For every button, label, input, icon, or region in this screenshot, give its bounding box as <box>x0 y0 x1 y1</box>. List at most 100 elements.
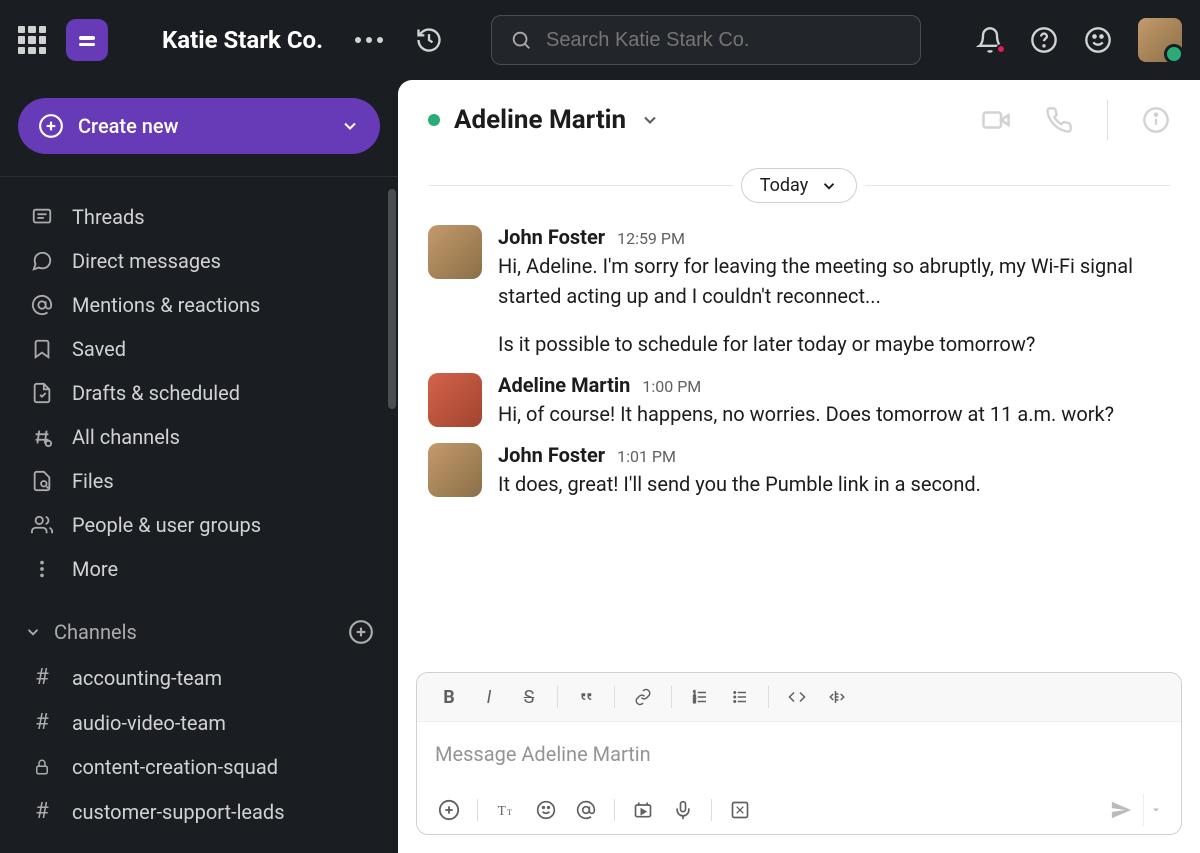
hash-icon: # <box>30 710 54 735</box>
composer-bottom-bar: TT <box>417 786 1181 834</box>
nav-label: More <box>72 557 118 581</box>
search-icon <box>510 29 532 51</box>
create-new-label: Create new <box>78 114 178 138</box>
sidebar-nav-allchannels[interactable]: All channels <box>0 415 398 459</box>
ordered-list-button[interactable]: 123 <box>682 681 718 713</box>
search-bar[interactable] <box>491 15 921 65</box>
channel-label: content-creation-squad <box>72 755 278 779</box>
quote-button[interactable] <box>568 681 604 713</box>
nav-label: People & user groups <box>72 513 261 537</box>
message-composer: B I S 123 Message Adeline Martin TT <box>416 672 1182 835</box>
svg-text:T: T <box>507 808 512 817</box>
mention-button[interactable] <box>568 794 604 826</box>
chat-panel: Adeline Martin Today <box>398 80 1200 853</box>
add-channel-button[interactable] <box>348 619 374 645</box>
emoji-picker-button[interactable] <box>528 794 564 826</box>
channel-customer-support-leads[interactable]: # customer-support-leads <box>0 789 398 834</box>
bold-button[interactable]: B <box>431 681 467 713</box>
info-icon[interactable] <box>1142 106 1170 134</box>
nav-label: Saved <box>72 337 126 361</box>
nav-label: Files <box>72 469 114 493</box>
phone-call-icon[interactable] <box>1045 106 1073 134</box>
message-author[interactable]: John Foster <box>498 225 605 249</box>
workspace-name[interactable]: Katie Stark Co. <box>162 26 323 54</box>
user-avatar[interactable] <box>1138 18 1182 62</box>
svg-text:3: 3 <box>693 699 696 705</box>
nav-label: All channels <box>72 425 180 449</box>
message-text: Hi, Adeline. I'm sorry for leaving the m… <box>498 251 1170 359</box>
sidebar-nav-saved[interactable]: Saved <box>0 327 398 371</box>
audio-record-button[interactable] <box>665 794 701 826</box>
channel-label: accounting-team <box>72 666 222 690</box>
message: John Foster 1:01 PM It does, great! I'll s… <box>428 443 1170 499</box>
sidebar-nav-mentions[interactable]: Mentions & reactions <box>0 283 398 327</box>
add-attachment-button[interactable] <box>431 794 467 826</box>
channels-label: Channels <box>54 620 137 644</box>
search-input[interactable] <box>546 29 902 52</box>
nav-label: Direct messages <box>72 249 221 273</box>
allchannels-icon <box>30 426 54 448</box>
message-author[interactable]: Adeline Martin <box>498 373 630 397</box>
text-format-button[interactable]: TT <box>488 794 524 826</box>
message-time: 12:59 PM <box>617 229 685 248</box>
chat-title-dropdown[interactable] <box>640 110 660 130</box>
send-options-button[interactable] <box>1143 794 1167 826</box>
bullet-list-button[interactable] <box>722 681 758 713</box>
link-button[interactable] <box>625 681 661 713</box>
sidebar-nav-more[interactable]: More <box>0 547 398 591</box>
video-record-button[interactable] <box>625 794 661 826</box>
message-avatar[interactable] <box>428 373 482 427</box>
plus-circle-icon <box>38 113 64 139</box>
channels-section-header[interactable]: Channels <box>0 597 398 655</box>
channel-accounting-team[interactable]: # accounting-team <box>0 655 398 700</box>
message-avatar[interactable] <box>428 225 482 279</box>
history-icon[interactable] <box>415 26 443 54</box>
create-new-button[interactable]: Create new <box>18 98 380 154</box>
formatting-toolbar: B I S 123 <box>417 673 1181 722</box>
sidebar-nav-dm[interactable]: Direct messages <box>0 239 398 283</box>
code-button[interactable] <box>779 681 815 713</box>
sidebar-nav-files[interactable]: Files <box>0 459 398 503</box>
sidebar-nav-drafts[interactable]: Drafts & scheduled <box>0 371 398 415</box>
message-time: 1:01 PM <box>617 447 676 466</box>
message-author[interactable]: John Foster <box>498 443 605 467</box>
drafts-icon <box>30 382 54 404</box>
presence-indicator <box>428 114 440 126</box>
chat-header: Adeline Martin <box>398 80 1200 160</box>
italic-button[interactable]: I <box>471 681 507 713</box>
app-logo[interactable] <box>66 19 108 61</box>
message-avatar[interactable] <box>428 443 482 497</box>
notifications-icon[interactable] <box>976 26 1004 54</box>
channel-audio-video-team[interactable]: # audio-video-team <box>0 700 398 745</box>
video-call-icon[interactable] <box>981 105 1011 135</box>
message-text: It does, great! I'll send you the Pumble… <box>498 469 1170 499</box>
date-separator-button[interactable]: Today <box>741 168 857 203</box>
channel-content-creation-squad[interactable]: content-creation-squad <box>0 745 398 789</box>
message-input[interactable]: Message Adeline Martin <box>417 722 1181 786</box>
scrollbar-thumb[interactable] <box>388 189 396 409</box>
chat-title[interactable]: Adeline Martin <box>454 105 626 135</box>
code-block-button[interactable] <box>819 681 855 713</box>
emoji-icon[interactable] <box>1084 26 1112 54</box>
more-menu-icon[interactable] <box>355 37 383 43</box>
files-icon <box>30 470 54 492</box>
chevron-down-icon <box>24 623 42 641</box>
sidebar-nav-threads[interactable]: Threads <box>0 195 398 239</box>
send-button[interactable] <box>1101 794 1141 826</box>
sidebar-nav-people[interactable]: People & user groups <box>0 503 398 547</box>
hash-icon: # <box>30 665 54 690</box>
lock-icon <box>30 758 54 776</box>
channel-label: customer-support-leads <box>72 800 285 824</box>
mentions-icon <box>30 294 54 316</box>
app-launcher-icon[interactable] <box>18 26 46 54</box>
help-icon[interactable] <box>1030 26 1058 54</box>
shortcuts-button[interactable] <box>722 794 758 826</box>
hash-icon: # <box>30 799 54 824</box>
message: John Foster 12:59 PM Hi, Adeline. I'm sorr… <box>428 225 1170 359</box>
channel-label: audio-video-team <box>72 711 226 735</box>
strikethrough-button[interactable]: S <box>511 681 547 713</box>
saved-icon <box>30 338 54 360</box>
dm-icon <box>30 250 54 272</box>
topbar: Katie Stark Co. <box>0 0 1200 80</box>
sidebar: Create new Threads Direct messages Mention… <box>0 80 398 853</box>
